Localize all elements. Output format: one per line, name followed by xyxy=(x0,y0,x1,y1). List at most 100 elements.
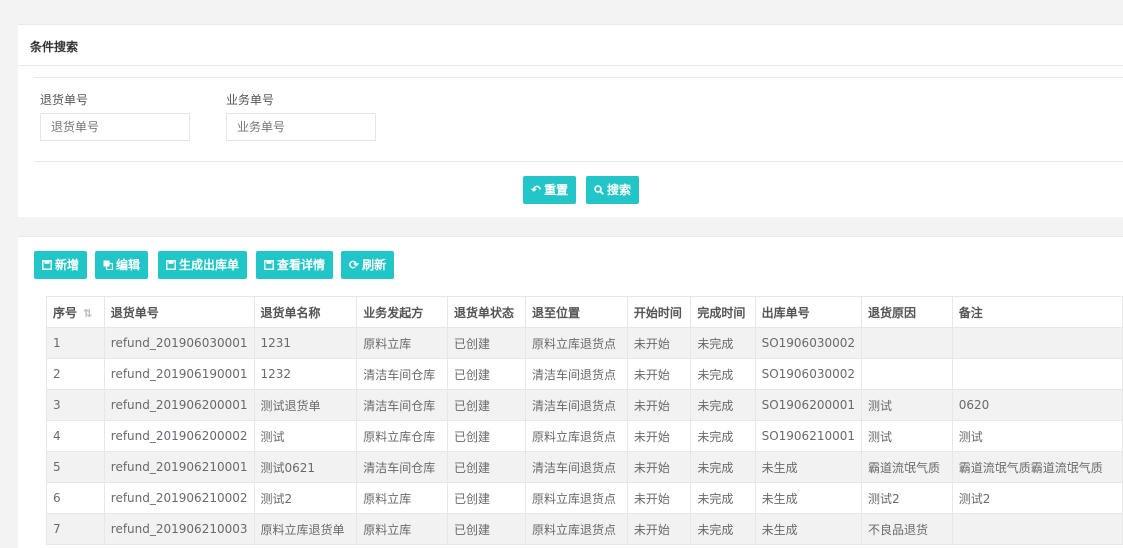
refund-number-input[interactable] xyxy=(40,113,190,141)
cell-index: 4 xyxy=(46,420,105,452)
cell-status: 已创建 xyxy=(447,513,526,545)
column-header-reason[interactable]: 退货原因 xyxy=(861,296,953,328)
cell-refund-number: refund_201906030001 xyxy=(103,327,255,359)
cell-initiator: 原料立库 xyxy=(356,513,449,545)
reset-button-label: 重置 xyxy=(544,183,569,197)
divider xyxy=(34,161,1123,162)
column-header-refund-name[interactable]: 退货单名称 xyxy=(253,296,358,328)
edit-button[interactable]: 编辑 xyxy=(95,251,149,279)
table-body: 1 refund_201906030001 1231 原料立库 已创建 原料立库退货点 未开… xyxy=(46,327,1123,545)
cell-initiator: 原料立库 xyxy=(356,482,449,514)
column-header-refund-number[interactable]: 退货单号 xyxy=(103,296,255,328)
table-row[interactable]: 4 refund_201906200002 测试 原料立库仓库 已创建 原料立库退货点 未开… xyxy=(46,420,1123,452)
cell-return-location: 原料立库退货点 xyxy=(524,420,628,452)
cell-outbound-number: SO1906200001 xyxy=(754,389,863,421)
table-row[interactable]: 7 refund_201906210003 原料立库退货单 原料立库 已创建 原料立库退货… xyxy=(46,513,1123,545)
cell-start-time: 未开始 xyxy=(626,482,692,514)
generate-outbound-button[interactable]: 生成出库单 xyxy=(158,251,248,279)
cell-start-time: 未开始 xyxy=(626,513,692,545)
cell-outbound-number: 未生成 xyxy=(754,513,863,545)
reset-button[interactable]: ↶ 重置 xyxy=(523,176,577,204)
cell-reason xyxy=(861,358,953,390)
cell-reason: 测试 xyxy=(861,420,953,452)
cell-refund-name: 原料立库退货单 xyxy=(253,513,358,545)
column-header-remark[interactable]: 备注 xyxy=(951,296,1123,328)
cell-finish-time: 未完成 xyxy=(690,420,756,452)
sort-icon[interactable]: ⇅ xyxy=(83,307,92,320)
refresh-button[interactable]: ⟳ 刷新 xyxy=(341,251,395,279)
search-button[interactable]: 搜索 xyxy=(586,176,640,204)
cell-return-location: 原料立库退货点 xyxy=(524,327,628,359)
cell-initiator: 原料立库 xyxy=(356,327,449,359)
cell-return-location: 清洁车间退货点 xyxy=(524,358,628,390)
table-row[interactable]: 1 refund_201906030001 1231 原料立库 已创建 原料立库退货点 未开… xyxy=(46,327,1123,359)
cell-refund-name: 测试0621 xyxy=(253,451,358,483)
cell-status: 已创建 xyxy=(447,451,526,483)
column-header-initiator[interactable]: 业务发起方 xyxy=(356,296,449,328)
business-number-label: 业务单号 xyxy=(226,93,275,107)
search-panel-title: 条件搜索 xyxy=(30,40,79,54)
table-row[interactable]: 5 refund_201906210001 测试0621 清洁车间仓库 已创建 清洁车间退… xyxy=(46,451,1123,483)
undo-icon: ↶ xyxy=(531,183,542,197)
cell-finish-time: 未完成 xyxy=(690,482,756,514)
cell-reason: 不良品退货 xyxy=(861,513,953,545)
cell-finish-time: 未完成 xyxy=(690,327,756,359)
cell-outbound-number: SO1906210001 xyxy=(754,420,863,452)
table-row[interactable]: 2 refund_201906190001 1232 清洁车间仓库 已创建 清洁车间退货点… xyxy=(46,358,1123,390)
cell-finish-time: 未完成 xyxy=(690,389,756,421)
cell-refund-name: 测试退货单 xyxy=(253,389,358,421)
cell-remark: 0620 xyxy=(951,389,1123,421)
divider xyxy=(34,77,1123,78)
cell-refund-number: refund_201906190001 xyxy=(103,358,255,390)
cell-remark xyxy=(951,358,1123,390)
edit-button-label: 编辑 xyxy=(116,258,141,272)
cell-remark: 霸道流氓气质霸道流氓气质 xyxy=(951,451,1123,483)
cell-start-time: 未开始 xyxy=(626,420,692,452)
column-header-outbound-number[interactable]: 出库单号 xyxy=(754,296,863,328)
cell-refund-number: refund_201906210002 xyxy=(103,482,255,514)
column-header-start-time[interactable]: 开始时间 xyxy=(626,296,692,328)
cell-refund-name: 测试2 xyxy=(253,482,358,514)
cell-refund-number: refund_201906210001 xyxy=(103,451,255,483)
cell-outbound-number: 未生成 xyxy=(754,482,863,514)
cell-return-location: 原料立库退货点 xyxy=(524,513,628,545)
column-header-status[interactable]: 退货单状态 xyxy=(447,296,526,328)
cell-index: 7 xyxy=(46,513,105,545)
column-header-index[interactable]: 序号 ⇅ xyxy=(46,296,105,328)
cell-status: 已创建 xyxy=(447,358,526,390)
cell-remark: 测试 xyxy=(951,420,1123,452)
column-header-finish-time[interactable]: 完成时间 xyxy=(690,296,756,328)
cell-reason xyxy=(861,327,953,359)
column-header-return-location[interactable]: 退至位置 xyxy=(524,296,628,328)
cell-initiator: 清洁车间仓库 xyxy=(356,451,449,483)
cell-start-time: 未开始 xyxy=(626,358,692,390)
cell-index: 6 xyxy=(46,482,105,514)
cell-outbound-number: 未生成 xyxy=(754,451,863,483)
cell-index: 1 xyxy=(46,327,105,359)
cell-refund-number: refund_201906210003 xyxy=(103,513,255,545)
cell-status: 已创建 xyxy=(447,389,526,421)
cell-refund-name: 1232 xyxy=(253,358,358,390)
cell-reason: 霸道流氓气质 xyxy=(861,451,953,483)
cell-refund-number: refund_201906200002 xyxy=(103,420,255,452)
column-header-label: 序号 xyxy=(53,305,78,320)
refresh-button-label: 刷新 xyxy=(362,258,387,272)
cell-index: 5 xyxy=(46,451,105,483)
view-details-button[interactable]: 查看详情 xyxy=(256,251,334,279)
cell-reason: 测试2 xyxy=(861,482,953,514)
table-panel: 新增 编辑 生成出库单 查看详情 ⟳ 刷新 序号 ⇅ 退货单号 退货单名称 业务发起… xyxy=(18,236,1123,548)
table-row[interactable]: 3 refund_201906200001 测试退货单 清洁车间仓库 已创建 清洁车间退货… xyxy=(46,389,1123,421)
cell-return-location: 清洁车间退货点 xyxy=(524,451,628,483)
view-details-button-label: 查看详情 xyxy=(277,258,326,272)
add-button-label: 新增 xyxy=(55,258,80,272)
business-number-input[interactable] xyxy=(226,113,376,141)
cell-refund-name: 测试 xyxy=(253,420,358,452)
add-button[interactable]: 新增 xyxy=(34,251,88,279)
cell-remark xyxy=(951,513,1123,545)
cell-status: 已创建 xyxy=(447,420,526,452)
table-row[interactable]: 6 refund_201906210002 测试2 原料立库 已创建 原料立库退货点 未开始… xyxy=(46,482,1123,514)
cell-status: 已创建 xyxy=(447,327,526,359)
cell-start-time: 未开始 xyxy=(626,327,692,359)
search-button-label: 搜索 xyxy=(607,183,632,197)
copy-icon xyxy=(103,251,114,279)
